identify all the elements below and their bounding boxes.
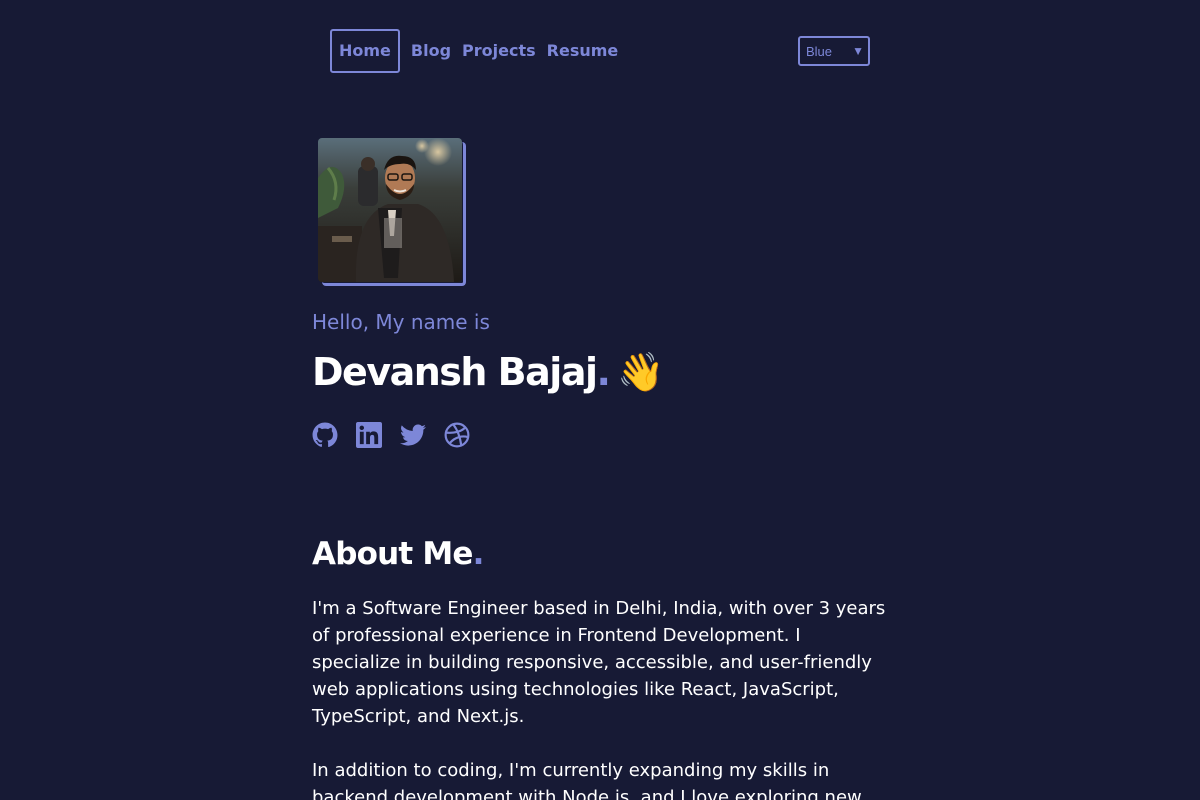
- wave-emoji: 👋: [617, 350, 665, 394]
- social-links: [312, 422, 488, 448]
- hero-name-dot: .: [596, 350, 610, 394]
- avatar: [318, 138, 462, 282]
- nav-resume-link[interactable]: Resume: [547, 41, 619, 61]
- dribbble-icon[interactable]: [444, 422, 470, 448]
- hero-name-text: Devansh Bajaj: [312, 350, 598, 394]
- avatar-container: [318, 138, 466, 286]
- profile-photo: [318, 138, 462, 282]
- theme-select-value: Blue: [806, 43, 833, 59]
- nav-home-link[interactable]: Home: [330, 29, 400, 73]
- about-paragraph-2: In addition to coding, I'm currently exp…: [312, 760, 862, 800]
- twitter-icon[interactable]: [400, 422, 426, 448]
- nav-blog-link[interactable]: Blog: [411, 41, 451, 61]
- github-icon[interactable]: [312, 422, 338, 448]
- theme-select[interactable]: Blue ▼: [798, 36, 870, 66]
- about-paragraph-1: I'm a Software Engineer based in Delhi, …: [312, 598, 886, 727]
- about-heading-text: About Me: [312, 536, 473, 572]
- main-nav: Home Blog Projects Resume: [330, 29, 629, 73]
- nav-projects-link[interactable]: Projects: [462, 41, 536, 61]
- about-heading: About Me.: [312, 533, 484, 575]
- chevron-down-icon: ▼: [852, 44, 864, 58]
- page: Home Blog Projects Resume Blue ▼ Hello, …: [0, 0, 1200, 800]
- about-heading-dot: .: [472, 536, 485, 572]
- hero-name: Devansh Bajaj. 👋: [312, 347, 665, 397]
- hero-greeting: Hello, My name is: [312, 310, 490, 334]
- linkedin-icon[interactable]: [356, 422, 382, 448]
